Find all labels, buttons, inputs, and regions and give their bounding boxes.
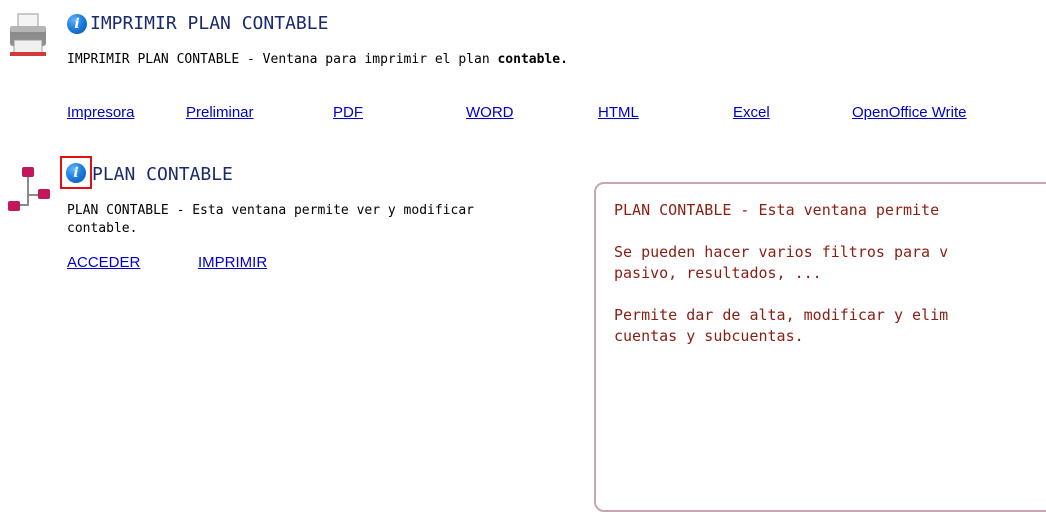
print-section-title: IMPRIMIR PLAN CONTABLE bbox=[90, 13, 329, 34]
tooltip-line: PLAN CONTABLE - Esta ventana permite bbox=[614, 201, 940, 219]
link-preliminar[interactable]: Preliminar bbox=[186, 104, 254, 121]
org-chart-icon bbox=[8, 167, 50, 211]
print-section-description: IMPRIMIR PLAN CONTABLE - Ventana para im… bbox=[67, 51, 568, 68]
link-imprimir[interactable]: IMPRIMIR bbox=[198, 254, 267, 271]
description-tooltip: PLAN CONTABLE - Esta ventana permite Se … bbox=[594, 182, 1046, 512]
plan-section-description-line1: PLAN CONTABLE - Esta ventana permite ver… bbox=[67, 203, 474, 218]
tooltip-line: Permite dar de alta, modificar y elim bbox=[614, 306, 949, 324]
tooltip-line: pasivo, resultados, ... bbox=[614, 264, 822, 282]
plan-section-title: PLAN CONTABLE bbox=[92, 164, 233, 185]
link-impresora[interactable]: Impresora bbox=[67, 104, 135, 121]
link-pdf[interactable]: PDF bbox=[333, 104, 363, 121]
link-acceder[interactable]: ACCEDER bbox=[67, 254, 140, 271]
link-excel[interactable]: Excel bbox=[733, 104, 770, 121]
printer-icon bbox=[10, 13, 46, 56]
info-icon[interactable]: i bbox=[67, 14, 87, 34]
link-openoffice-write[interactable]: OpenOffice Write bbox=[852, 104, 967, 121]
print-description-text: IMPRIMIR PLAN CONTABLE - Ventana para im… bbox=[67, 52, 498, 67]
print-description-bold: contable. bbox=[497, 52, 568, 67]
info-icon[interactable]: i bbox=[66, 163, 86, 183]
link-word[interactable]: WORD bbox=[466, 104, 514, 121]
link-html[interactable]: HTML bbox=[598, 104, 639, 121]
plan-section-description-line2: contable. bbox=[67, 221, 138, 236]
tooltip-line: cuentas y subcuentas. bbox=[614, 327, 804, 345]
tooltip-line: Se pueden hacer varios filtros para v bbox=[614, 243, 949, 261]
